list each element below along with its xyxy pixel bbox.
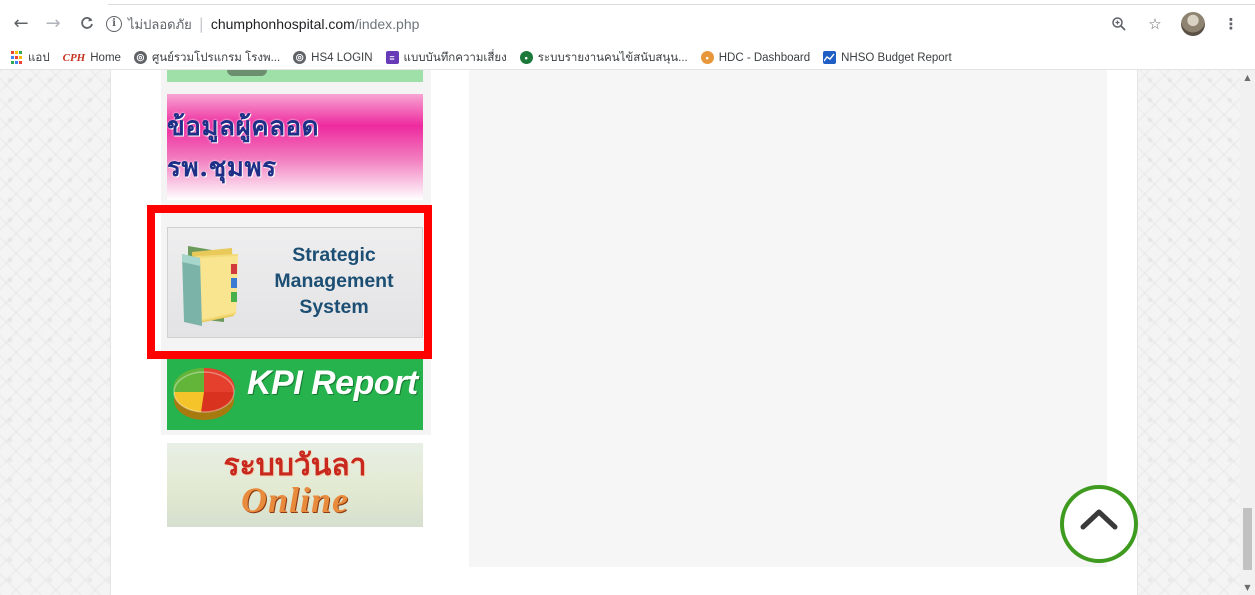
bookmarks-bar: แอป CPH Home ◎ ศูนย์รวมโปรแกรม โรงพ... ◎…: [0, 46, 1255, 70]
apps-icon: [10, 51, 23, 64]
folder-icon: [182, 246, 238, 326]
scrollbar-thumb[interactable]: [1243, 508, 1252, 570]
bookmark-hs4-login[interactable]: ◎ HS4 LOGIN: [293, 51, 373, 64]
green-icon: •: [519, 51, 533, 64]
scroll-up-arrow-icon[interactable]: ▲: [1240, 70, 1255, 85]
pie-chart-icon: [173, 367, 235, 420]
birth-banner-text: ข้อมูลผู้คลอด รพ.ชุมพร: [167, 112, 320, 183]
toolbar-actions: ☆ ⋮: [1109, 12, 1241, 36]
avatar[interactable]: [1181, 12, 1205, 36]
bookmark-label: แบบบันทึกความเสี่ยง: [403, 51, 507, 64]
bookmark-label: HDC - Dashboard: [718, 51, 811, 64]
form-icon: ≡: [385, 51, 399, 64]
url-host: chumphonhospital.com: [210, 16, 355, 32]
bookmark-hdc-dashboard[interactable]: • HDC - Dashboard: [700, 51, 811, 64]
zoom-icon[interactable]: [1109, 14, 1129, 34]
scroll-to-top-button[interactable]: [1060, 485, 1138, 563]
bookmark-apps[interactable]: แอป: [10, 49, 50, 67]
back-icon[interactable]: ←: [10, 12, 32, 34]
chevron-up-icon: [1080, 509, 1118, 530]
scroll-down-arrow-icon[interactable]: ▼: [1240, 580, 1255, 595]
globe-icon: ◎: [133, 51, 147, 64]
url-text[interactable]: chumphonhospital.com/index.php: [211, 16, 420, 32]
banner-kpi-report[interactable]: KPI Report: [167, 358, 423, 430]
address-separator: |: [198, 15, 204, 33]
strategic-line: Management: [274, 270, 394, 292]
cph-logo: CPH: [62, 51, 86, 64]
bookmark-label: Home: [90, 51, 121, 64]
hdc-icon: •: [700, 51, 714, 64]
star-icon[interactable]: ☆: [1145, 14, 1165, 34]
menu-icon[interactable]: ⋮: [1221, 14, 1241, 34]
leave-banner-online-text: Online: [240, 480, 350, 520]
reload-icon[interactable]: [76, 12, 98, 34]
strategic-banner-text: Strategic Management System: [244, 242, 422, 320]
forward-icon[interactable]: →: [42, 12, 64, 34]
banner-birth-data[interactable]: ข้อมูลผู้คลอด รพ.ชุมพร: [167, 94, 423, 200]
kpi-banner-text: KPI Report: [247, 364, 418, 402]
url-path: /index.php: [354, 16, 420, 32]
bookmark-risk-form[interactable]: ≡ แบบบันทึกความเสี่ยง: [385, 49, 507, 67]
banner-partial-top[interactable]: [167, 70, 423, 82]
strategic-line: System: [299, 296, 369, 318]
banner-strategic-management[interactable]: Strategic Management System: [167, 227, 423, 338]
bookmark-label: NHSO Budget Report: [841, 51, 952, 64]
bookmark-label: HS4 LOGIN: [311, 51, 373, 64]
bookmark-label: ระบบรายงานคนไข้สนับสนุน...: [537, 51, 688, 64]
chart-icon: [823, 51, 837, 64]
bookmark-program-center[interactable]: ◎ ศูนย์รวมโปรแกรม โรงพ...: [133, 49, 281, 67]
bookmark-nhso-budget[interactable]: NHSO Budget Report: [823, 51, 952, 64]
main-content-area: [469, 70, 1107, 567]
address-bar[interactable]: i ไม่ปลอดภัย | chumphonhospital.com/inde…: [106, 11, 1196, 37]
bookmark-label: แอป: [28, 51, 50, 64]
content-panel: ข้อมูลผู้คลอด รพ.ชุมพร Strategic Managem…: [110, 70, 1138, 595]
banner-online-leave[interactable]: ระบบวันลา Online: [167, 443, 423, 527]
browser-toolbar: ← → i ไม่ปลอดภัย | chumphonhospital.com/…: [0, 0, 1255, 46]
globe-icon: ◎: [293, 51, 307, 64]
page-viewport: ข้อมูลผู้คลอด รพ.ชุมพร Strategic Managem…: [0, 70, 1240, 595]
bookmark-label: ศูนย์รวมโปรแกรม โรงพ...: [151, 51, 281, 64]
strategic-line: Strategic: [292, 244, 376, 266]
vertical-scrollbar[interactable]: ▲ ▼: [1240, 70, 1255, 595]
tab-strip-divider: [108, 4, 1255, 5]
info-icon[interactable]: i: [106, 16, 122, 32]
security-status: ไม่ปลอดภัย: [128, 16, 192, 32]
bookmark-home[interactable]: CPH Home: [63, 51, 121, 64]
leave-banner-thai-text: ระบบวันลา: [223, 448, 367, 483]
bookmark-report-system[interactable]: • ระบบรายงานคนไข้สนับสนุน...: [519, 49, 688, 67]
banner-partial-graphic: [227, 70, 267, 76]
